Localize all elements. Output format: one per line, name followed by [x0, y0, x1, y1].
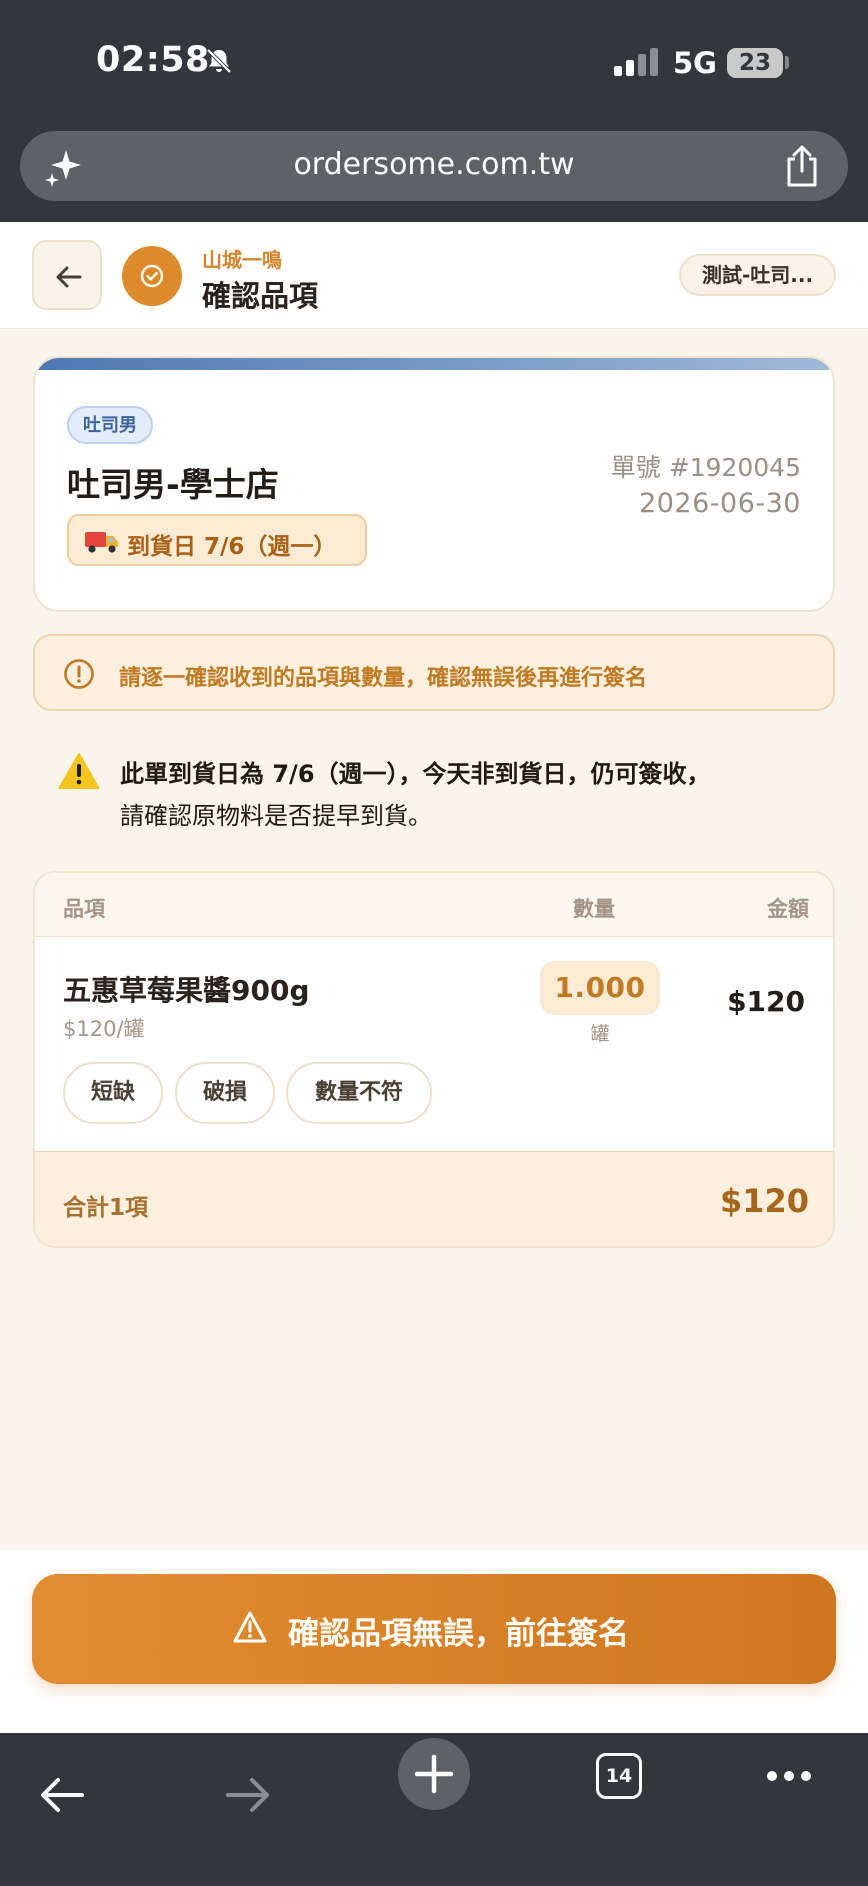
tabs-button[interactable]: 14 [596, 1753, 642, 1799]
signal-icon [614, 48, 658, 76]
order-card: 吐司男 吐司男-學士店 到貨日 7/6（週一） 單號 #1920045 2026… [33, 356, 835, 612]
order-number: 單號 #1920045 [610, 453, 801, 482]
share-icon[interactable] [782, 144, 822, 188]
total-amount: $120 [719, 1182, 809, 1220]
brand-tag: 吐司男 [67, 406, 153, 444]
warning-line-2: 請確認原物料是否提早到貨。 [120, 802, 432, 830]
bell-off-icon [206, 48, 232, 74]
warning-icon [58, 753, 100, 789]
delivery-date-text: 到貨日 7/6（週一） [127, 534, 337, 560]
battery-icon: 23 [727, 48, 783, 78]
new-tab-button[interactable] [398, 1738, 470, 1810]
store-name: 吐司男-學士店 [67, 465, 279, 504]
more-icon[interactable] [766, 1769, 812, 1783]
issue-damaged-button[interactable]: 破損 [175, 1062, 275, 1124]
store-selector-chip[interactable]: 測試-吐司... [679, 254, 836, 296]
item-amount: $120 [727, 985, 805, 1018]
browser-top-chrome: 02:58 5G 23 ordersome.com.tw [0, 0, 868, 222]
confirm-notice: 請逐一確認收到的品項與數量，確認無誤後再進行簽名 [33, 634, 835, 711]
issue-shortage-button[interactable]: 短缺 [63, 1062, 163, 1124]
total-count-label: 合計1項 [63, 1195, 149, 1221]
url-bar[interactable]: ordersome.com.tw [20, 131, 848, 201]
truck-icon [85, 532, 118, 553]
delivery-date-chip: 到貨日 7/6（週一） [67, 514, 367, 566]
logo [122, 246, 182, 306]
browser-back-icon[interactable] [38, 1773, 86, 1817]
browser-toolbar: 14 [0, 1733, 868, 1886]
network-label: 5G [673, 46, 717, 80]
item-unit-price: $120/罐 [63, 1017, 145, 1041]
page-title: 確認品項 [202, 279, 319, 313]
quantity-unit: 罐 [590, 1023, 610, 1045]
quantity-input[interactable]: 1.000 [540, 961, 660, 1015]
alert-circle-icon [64, 659, 94, 689]
warning-outline-icon [233, 1611, 267, 1643]
header-qty: 數量 [573, 897, 615, 921]
app-header: 山城一鳴 確認品項 測試-吐司... [0, 222, 868, 329]
warning-line-1: 此單到貨日為 7/6（週一），今天非到貨日，仍可簽收， [120, 760, 711, 788]
url-text: ordersome.com.tw [293, 147, 575, 182]
card-accent-bar [35, 358, 833, 370]
header-amount: 金額 [767, 897, 809, 921]
arrow-left-icon [56, 266, 82, 288]
status-time: 02:58 [96, 40, 210, 80]
notice-text: 請逐一確認收到的品項與數量，確認無誤後再進行簽名 [119, 666, 648, 691]
confirm-sign-button[interactable]: 確認品項無誤，前往簽名 [32, 1574, 836, 1684]
confirm-button-label: 確認品項無誤，前往簽名 [288, 1616, 629, 1652]
header-item: 品項 [63, 897, 105, 921]
check-badge-icon [140, 264, 164, 288]
plus-icon [414, 1754, 454, 1794]
order-date: 2026-06-30 [639, 488, 801, 519]
back-button[interactable] [32, 240, 102, 310]
confirm-area: 確認品項無誤，前往簽名 [0, 1550, 868, 1733]
table-header: 品項 數量 金額 [35, 873, 833, 937]
item-name: 五惠草莓果醬900g [63, 974, 310, 1007]
battery-cap [785, 56, 789, 69]
items-table: 品項 數量 金額 五惠草莓果醬900g $120/罐 1.000 罐 $120 … [33, 871, 835, 1248]
issue-qty-mismatch-button[interactable]: 數量不符 [286, 1062, 432, 1124]
browser-forward-icon[interactable] [224, 1773, 272, 1817]
table-footer: 合計1項 $120 [35, 1151, 833, 1246]
brand-name: 山城一鳴 [202, 248, 282, 272]
